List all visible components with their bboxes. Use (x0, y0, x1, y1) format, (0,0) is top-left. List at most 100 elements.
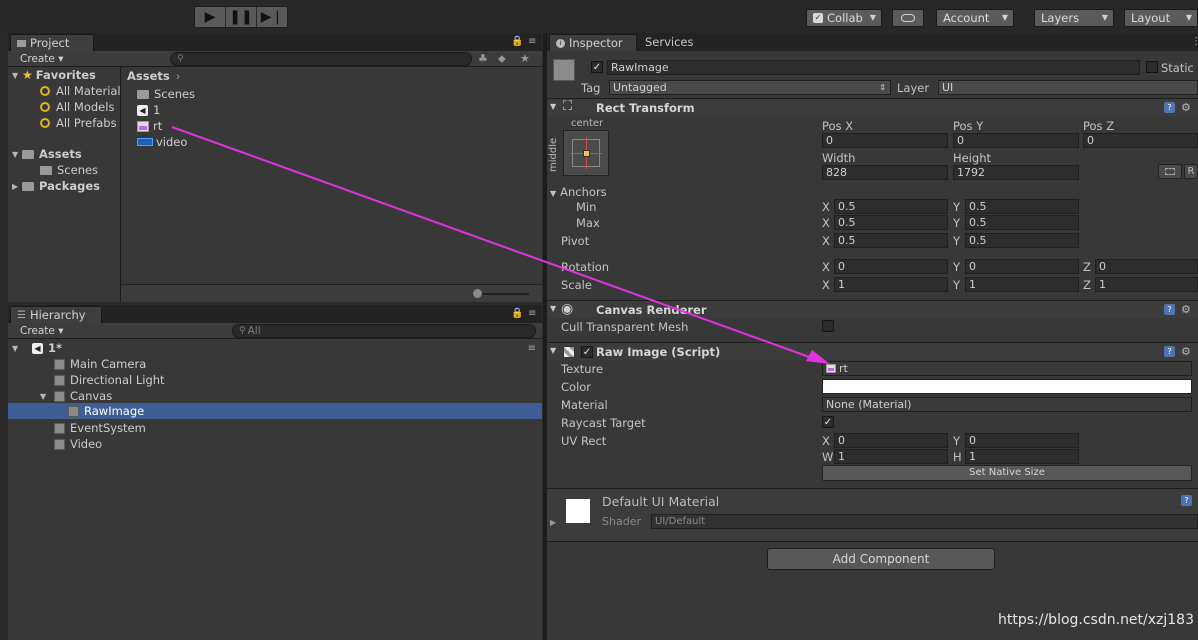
rotation-x-field[interactable]: 0 (834, 259, 948, 274)
uv-w-field[interactable]: 1 (834, 449, 948, 464)
project-tree: ▼ ★ Favorites All Material All Models Al… (8, 67, 121, 302)
pos-y-field[interactable]: 0 (953, 133, 1079, 148)
scale-z-field[interactable]: 1 (1095, 277, 1198, 292)
scene-row[interactable]: ▼ ◀ 1* ≡ (12, 340, 542, 356)
hierarchy-item[interactable]: Main Camera (54, 356, 540, 372)
anchor-min-x-field[interactable]: 0.5 (834, 199, 948, 214)
height-field[interactable]: 1792 (953, 165, 1079, 180)
file-item[interactable]: rt (137, 118, 162, 134)
tab-inspector[interactable]: i Inspector (549, 34, 637, 51)
panel-menu-icon[interactable]: ≡ (528, 309, 536, 319)
help-icon[interactable]: ? (1164, 102, 1175, 113)
uv-h-field[interactable]: 1 (965, 449, 1079, 464)
layer-dropdown[interactable]: UI (938, 80, 1198, 95)
lock-icon[interactable]: 🔒 (511, 309, 523, 319)
account-dropdown[interactable]: Account ▼ (936, 9, 1014, 27)
favorites-item[interactable]: All Prefabs (40, 115, 117, 131)
scale-x-field[interactable]: 1 (834, 277, 948, 292)
raw-image-header[interactable]: ▼ ✓ Raw Image (Script) ? ⚙ (547, 342, 1198, 360)
rect-transform-header[interactable]: ▼ ⛶ Rect Transform ? ⚙ (547, 98, 1198, 116)
texture-field[interactable]: rt (822, 361, 1192, 376)
project-search-input[interactable]: ⚲ (170, 52, 472, 66)
material-field[interactable]: None (Material) (822, 397, 1192, 412)
gear-icon[interactable]: ⚙ (1181, 346, 1192, 357)
file-item[interactable]: Scenes (137, 86, 195, 102)
breadcrumb[interactable]: Assets › (127, 68, 180, 84)
collab-button[interactable]: ✓ Collab ▼ (806, 9, 882, 27)
play-icon[interactable]: ▶ (195, 7, 226, 27)
chevron-down-icon: ▼ (1185, 13, 1192, 22)
pause-icon[interactable]: ❚❚ (226, 7, 257, 27)
raw-image-enabled-checkbox[interactable]: ✓ (581, 346, 593, 358)
anchor-min-y-field[interactable]: 0.5 (965, 199, 1079, 214)
raycast-checkbox[interactable]: ✓ (822, 416, 834, 428)
assets-scenes-row[interactable]: Scenes (40, 162, 98, 178)
file-item[interactable]: video (137, 134, 187, 150)
tab-hierarchy[interactable]: ☰ Hierarchy (10, 306, 102, 323)
file-item[interactable]: ◀ 1 (137, 102, 160, 118)
help-icon[interactable]: ? (1164, 304, 1175, 315)
rotation-y-field[interactable]: 0 (965, 259, 1079, 274)
filter-label-icon[interactable]: ⬥ (498, 53, 506, 64)
set-native-size-button[interactable]: Set Native Size (822, 465, 1192, 481)
anchor-max-y-field[interactable]: 0.5 (965, 215, 1079, 230)
add-component-button[interactable]: Add Component (767, 548, 995, 570)
rotation-z-field[interactable]: 0 (1095, 259, 1198, 274)
hierarchy-item[interactable]: EventSystem (54, 420, 540, 436)
cloud-button[interactable] (892, 9, 924, 27)
panel-menu-icon[interactable]: ≡ (528, 37, 536, 47)
help-icon[interactable]: ? (1181, 495, 1192, 506)
hierarchy-item-selected[interactable]: RawImage (8, 403, 542, 419)
lock-icon[interactable]: 🔒 (511, 37, 523, 47)
help-icon[interactable]: ? (1164, 346, 1175, 357)
color-swatch[interactable] (822, 379, 1192, 394)
hierarchy-item[interactable]: Video (54, 436, 540, 452)
tab-project[interactable]: Project (10, 34, 94, 51)
raw-edit-button[interactable]: R (1184, 164, 1198, 179)
layers-dropdown[interactable]: Layers ▼ (1034, 9, 1114, 27)
collapse-arrow-icon[interactable]: ▶ (550, 519, 556, 527)
favorites-item[interactable]: All Models (40, 99, 114, 115)
canvas-renderer-header[interactable]: ▼ ◉ Canvas Renderer ? ⚙ (547, 300, 1198, 318)
gear-icon[interactable]: ⚙ (1181, 102, 1192, 113)
static-checkbox[interactable] (1146, 61, 1158, 73)
favorites-row[interactable]: ▼ ★ Favorites (12, 67, 96, 83)
favorite-star-icon[interactable]: ★ (520, 53, 530, 64)
gear-icon[interactable]: ⚙ (1181, 304, 1192, 315)
create-dropdown[interactable]: Create ▾ (20, 326, 64, 337)
scale-y-field[interactable]: 1 (965, 277, 1079, 292)
rect-transform-icon: ⛶ (563, 99, 573, 114)
filter-type-icon[interactable]: ♣ (478, 53, 488, 64)
cull-checkbox[interactable] (822, 320, 834, 332)
tab-services[interactable]: Services (645, 36, 694, 49)
pos-x-field[interactable]: 0 (822, 133, 948, 148)
uv-x-field[interactable]: 0 (834, 433, 948, 448)
width-field[interactable]: 828 (822, 165, 948, 180)
assets-row[interactable]: ▼ Assets (12, 146, 82, 162)
zoom-slider-thumb[interactable] (473, 289, 482, 298)
blueprint-mode-button[interactable] (1158, 164, 1182, 179)
hierarchy-search-input[interactable]: ⚲ All (232, 324, 536, 338)
packages-row[interactable]: ▶ Packages (12, 178, 100, 194)
hierarchy-item[interactable]: ▼ Canvas (40, 388, 540, 404)
tag-dropdown[interactable]: Untagged ⇕ (609, 80, 891, 95)
step-icon[interactable]: ▶❘ (257, 7, 287, 27)
favorites-item[interactable]: All Material (40, 83, 121, 99)
unity-scene-icon: ◀ (137, 104, 148, 116)
uv-y-field[interactable]: 0 (965, 433, 1079, 448)
scene-menu-icon[interactable]: ≡ (528, 343, 536, 354)
pos-z-field[interactable]: 0 (1083, 133, 1198, 148)
expand-arrow-icon: ▼ (12, 149, 19, 159)
layout-dropdown[interactable]: Layout ▼ (1124, 9, 1198, 27)
create-dropdown[interactable]: Create ▾ (20, 54, 64, 65)
hierarchy-item[interactable]: Directional Light (54, 372, 540, 388)
panel-menu-icon[interactable]: ⋮ (1191, 37, 1198, 47)
shader-dropdown[interactable]: UI/Default (651, 514, 1198, 529)
active-checkbox[interactable]: ✓ (591, 61, 603, 73)
anchor-max-x-field[interactable]: 0.5 (834, 215, 948, 230)
object-name-input[interactable]: RawImage (607, 60, 1140, 75)
anchors-row[interactable]: ▼ Anchors (550, 185, 607, 199)
pivot-x-field[interactable]: 0.5 (834, 233, 948, 248)
pivot-y-field[interactable]: 0.5 (965, 233, 1079, 248)
anchor-presets-button[interactable] (563, 130, 609, 176)
